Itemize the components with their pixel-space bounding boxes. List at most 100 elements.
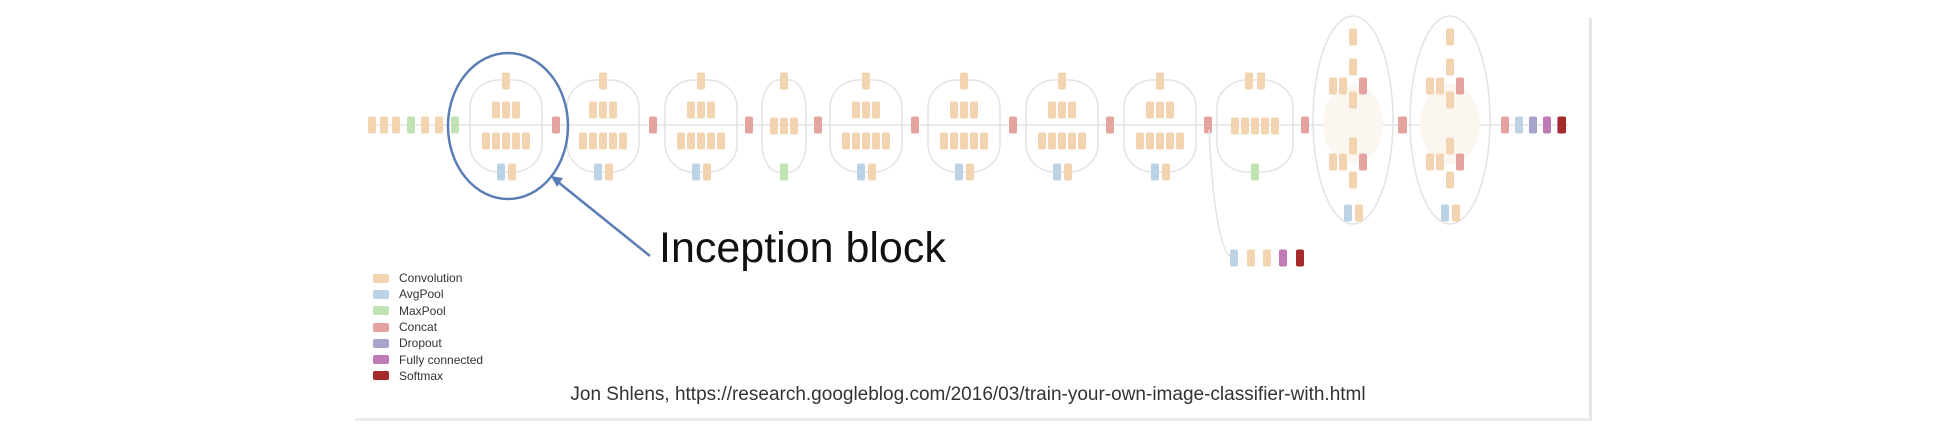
concat-node (1204, 116, 1212, 134)
conv-node (960, 72, 968, 90)
classifier-node (1543, 116, 1551, 134)
conv-node (619, 132, 627, 150)
concat-node (1398, 116, 1406, 134)
callout-label: Inception block (659, 224, 946, 272)
conv-node (780, 72, 788, 90)
legend-swatch (373, 338, 389, 348)
legend-label: Fully connected (399, 352, 484, 367)
concat-node (1359, 77, 1367, 95)
maxpool-node (451, 116, 459, 134)
conv-node (1339, 153, 1347, 171)
conv-node (609, 132, 617, 150)
avgpool-node (1053, 163, 1061, 181)
concat-node (1106, 116, 1114, 134)
avgpool-node (1151, 163, 1159, 181)
conv-node (579, 132, 587, 150)
conv-node (862, 101, 870, 119)
conv-node (605, 163, 613, 181)
conv-node (1166, 132, 1174, 150)
conv-node (1349, 91, 1357, 109)
conv-node (508, 163, 516, 181)
conv-node (599, 132, 607, 150)
conv-node (1245, 72, 1253, 90)
legend-item: Dropout (373, 335, 483, 351)
conv-node (492, 132, 500, 150)
conv-node (703, 163, 711, 181)
conv-node (687, 101, 695, 119)
conv-node (1058, 132, 1066, 150)
auxiliary-node (1263, 249, 1271, 267)
legend-item: Concat (373, 319, 483, 335)
conv-node (609, 101, 617, 119)
conv-node (950, 101, 958, 119)
legend-swatch (373, 273, 389, 283)
conv-node (1436, 77, 1444, 95)
conv-node (492, 101, 500, 119)
conv-node (599, 101, 607, 119)
conv-node (780, 117, 788, 135)
conv-node (1156, 72, 1164, 90)
conv-node (980, 132, 988, 150)
conv-node (970, 132, 978, 150)
conv-node (1261, 117, 1269, 135)
auxiliary-branch-line (1208, 129, 1233, 259)
conv-node (1251, 117, 1259, 135)
legend-label: Convolution (399, 271, 463, 286)
softmax-node (1558, 116, 1566, 134)
conv-node (1257, 72, 1265, 90)
legend: Convolution AvgPool MaxPool Concat Dropout Fu… (373, 270, 483, 384)
legend-label: Concat (399, 320, 438, 335)
auxiliary-node (1296, 249, 1304, 267)
conv-node (1241, 117, 1249, 135)
conv-node (697, 72, 705, 90)
conv-node (697, 101, 705, 119)
conv-node (1136, 132, 1144, 150)
concat-node (1009, 116, 1017, 134)
conv-node (770, 117, 778, 135)
conv-node (1156, 132, 1164, 150)
legend-swatch (373, 355, 389, 365)
conv-node (1156, 101, 1164, 119)
auxiliary-node (1247, 249, 1255, 267)
caption: Jon Shlens, https://research.googleblog.… (570, 384, 1366, 405)
concat-node (649, 116, 657, 134)
conv-node (1146, 101, 1154, 119)
legend-label: Dropout (399, 336, 442, 351)
legend-label: Softmax (399, 368, 444, 383)
concat-node (1456, 153, 1464, 171)
conv-node (512, 132, 520, 150)
concat-node (1301, 116, 1309, 134)
classifier-node (1515, 116, 1523, 134)
conv-node (1146, 132, 1154, 150)
conv-node (1064, 163, 1072, 181)
conv-node (1231, 117, 1239, 135)
conv-node (1162, 163, 1170, 181)
avgpool-node (594, 163, 602, 181)
conv-node (1446, 58, 1454, 76)
conv-node (852, 132, 860, 150)
conv-node (1349, 171, 1357, 189)
avgpool-node (857, 163, 865, 181)
block-outline (829, 79, 903, 173)
conv-node (882, 132, 890, 150)
conv-node (868, 163, 876, 181)
block-outline (664, 79, 738, 173)
auxiliary-node (1230, 249, 1238, 267)
maxpool-node (780, 163, 788, 181)
inception-network-diagram (368, 15, 1568, 267)
conv-node (1329, 77, 1337, 95)
conv-node (589, 132, 597, 150)
callout-arrow-line (552, 177, 651, 257)
conv-node (1068, 101, 1076, 119)
block-outline (566, 79, 640, 173)
conv-node (960, 132, 968, 150)
conv-node (502, 101, 510, 119)
conv-node (599, 72, 607, 90)
conv-node (380, 116, 388, 134)
conv-node (862, 132, 870, 150)
conv-node (502, 72, 510, 90)
conv-node (707, 132, 715, 150)
conv-node (1068, 132, 1076, 150)
conv-node (435, 116, 443, 134)
conv-node (677, 132, 685, 150)
